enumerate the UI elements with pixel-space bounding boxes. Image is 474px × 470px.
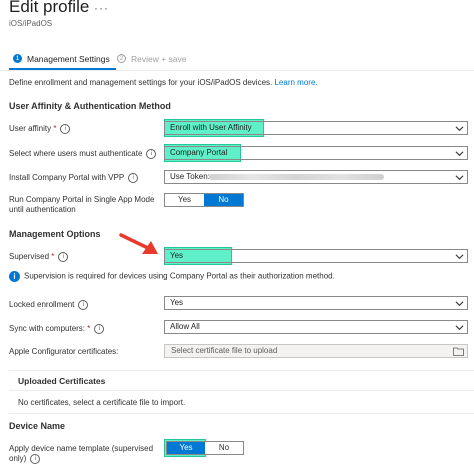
divider [9,390,474,391]
locked-enrollment-dropdown[interactable]: Yes [164,296,468,310]
vpp-token-value: Use Token: [170,172,210,181]
chevron-down-icon [455,301,464,307]
user-affinity-dropdown[interactable]: Enroll with User Affinity [164,121,468,135]
page-title: Edit profile [9,0,90,16]
divider [9,370,474,371]
authenticate-value: Company Portal [170,148,228,157]
section-management-options: Management Options [9,229,101,239]
folder-icon[interactable] [453,347,464,356]
sync-dropdown[interactable]: Allow All [164,320,468,334]
toggle-yes[interactable]: Yes [167,442,205,454]
sync-label: Sync with computers: * i [9,324,105,334]
step-1-badge: 1 [13,54,22,63]
info-icon[interactable]: i [94,324,105,334]
section-uploaded-certificates: Uploaded Certificates [18,376,106,386]
section-user-affinity: User Affinity & Authentication Method [9,101,171,111]
chevron-down-icon [455,175,464,181]
locked-enrollment-label: Locked enrollment i [9,300,89,310]
vpp-label: Install Company Portal with VPP i [9,173,139,183]
divider [9,413,474,414]
arrow-annotation-icon [119,233,158,254]
info-icon[interactable]: i [146,149,157,159]
tab-management-settings[interactable]: Management Settings [27,54,110,64]
toggle-no[interactable]: No [205,442,243,454]
chevron-down-icon [455,254,464,260]
learn-more-link[interactable]: Learn more. [274,78,317,87]
supervision-info-message: i Supervision is required for devices usi… [9,271,335,282]
authenticate-label: Select where users must authenticate i [9,149,157,159]
chevron-down-icon [455,325,464,331]
toggle-no[interactable]: No [204,194,243,206]
info-icon[interactable]: i [78,300,89,310]
certificate-file-input[interactable]: Select certificate file to upload [164,344,468,358]
info-icon[interactable]: i [128,173,139,183]
no-certificates-message: No certificates, select a certificate fi… [18,398,186,407]
page-subtitle: iOS/iPadOS [9,19,53,28]
chevron-down-icon [455,151,464,157]
authenticate-dropdown[interactable]: Company Portal [164,146,468,160]
supervised-dropdown[interactable]: Yes [164,249,468,263]
info-circle-icon: i [9,271,20,282]
info-icon[interactable]: i [58,252,69,262]
toggle-yes[interactable]: Yes [165,194,204,206]
supervision-info-text: Supervision is required for devices usin… [24,271,335,281]
supervised-label: Supervised * i [9,252,69,262]
user-affinity-label: User affinity * i [9,124,71,134]
section-device-name: Device Name [9,421,66,431]
more-options-icon[interactable]: ··· [94,1,109,15]
user-affinity-value: Enroll with User Affinity [170,123,252,132]
info-icon[interactable]: i [60,124,71,134]
locked-enrollment-value: Yes [170,298,184,307]
vpp-token-dropdown[interactable]: Use Token: [164,170,468,184]
single-app-mode-toggle[interactable]: Yes No [164,193,244,207]
device-name-template-label: Apply device name template (supervised o… [9,444,154,464]
intro-description: Define enrollment and management setting… [9,78,273,87]
sync-value: Allow All [170,322,200,331]
info-icon[interactable]: i [30,454,41,464]
supervised-value: Yes [170,251,184,260]
single-app-mode-label: Run Company Portal in Single App Mode un… [9,195,155,214]
tab-review-save[interactable]: Review + save [131,54,187,64]
chevron-down-icon [455,126,464,132]
intro-text: Define enrollment and management setting… [9,78,318,87]
redacted-token [209,174,384,180]
configurator-certificates-label: Apple Configurator certificates: [9,347,119,356]
device-name-template-toggle[interactable]: Yes No [166,441,244,455]
certificate-file-placeholder: Select certificate file to upload [171,346,278,355]
tabs-divider [0,70,474,71]
step-2-badge: 2 [117,54,126,63]
